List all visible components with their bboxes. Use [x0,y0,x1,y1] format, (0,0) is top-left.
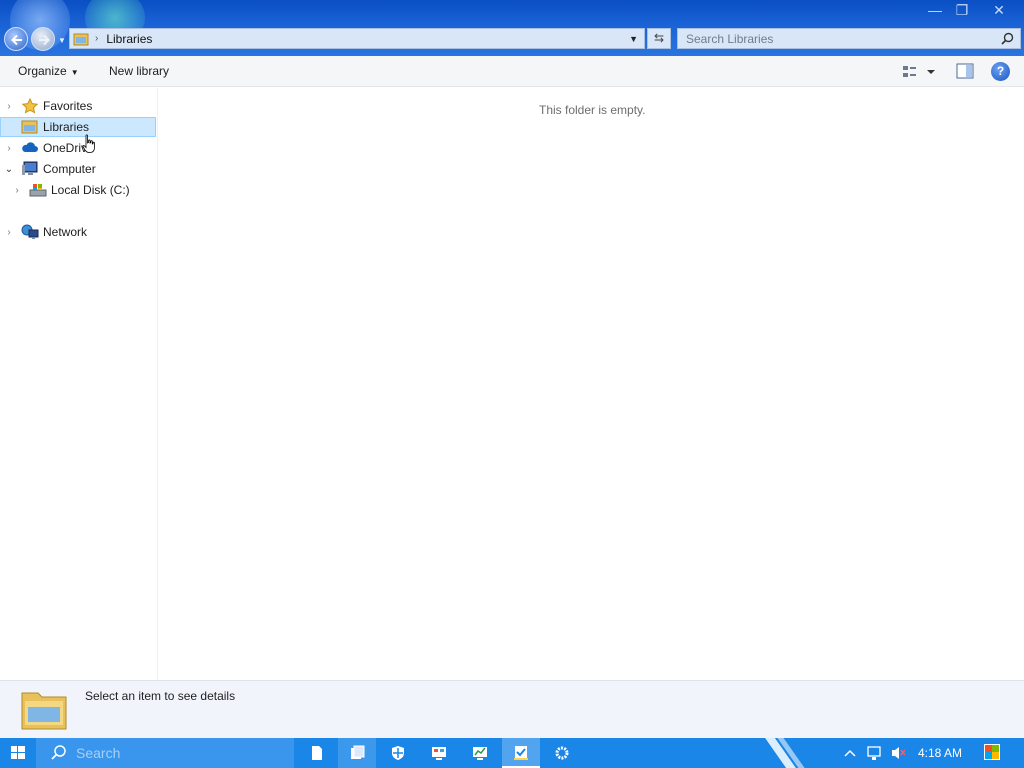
taskbar: Search 4:18 AM [0,738,1024,768]
taskbar-search-placeholder: Search [76,745,121,761]
taskbar-explorer-app[interactable] [338,738,376,768]
help-icon[interactable]: ? [991,62,1010,81]
star-icon [21,98,39,114]
empty-folder-message: This folder is empty. [539,103,646,117]
nav-item-label: Favorites [43,99,93,113]
expand-chevron-icon[interactable]: › [3,143,15,154]
breadcrumb-separator[interactable]: › [95,33,98,44]
taskbar-file-app[interactable] [298,738,336,768]
libraries-folder-icon [21,692,67,730]
back-arrow-icon [11,34,22,46]
command-bar: Organize ▼ New library ? [0,56,1024,87]
network-icon [21,224,39,239]
search-icon[interactable] [1001,32,1014,45]
close-button[interactable]: ✕ [982,0,1016,20]
organize-label: Organize [18,64,67,78]
windows-start-icon[interactable] [0,738,36,768]
title-bar: — ❐ ✕ ▼ › Libraries ▼ ⇆ [0,0,1024,56]
explorer-icon [351,745,365,759]
preview-pane-icon[interactable] [956,63,974,79]
volume-muted-icon[interactable] [890,738,906,768]
insider-build-icon[interactable] [981,738,1003,768]
forward-button[interactable] [31,27,55,51]
nav-item-favorites[interactable]: › Favorites [3,96,92,116]
nav-item-label: Libraries [43,120,90,134]
computer-icon [22,161,38,175]
nav-item-libraries[interactable]: Libraries [0,117,156,137]
nav-item-onedrive[interactable]: › OneDrive [3,138,93,158]
collapse-chevron-icon[interactable]: ⌄ [3,164,15,175]
recent-pages-dropdown[interactable]: ▼ [58,36,66,45]
taskbar-settings-app[interactable] [543,738,581,768]
monitor-icon [473,747,487,760]
restore-button[interactable]: ❐ [945,0,979,20]
expand-chevron-icon[interactable]: › [3,227,15,238]
task-icon [514,746,528,760]
back-button[interactable] [4,27,28,51]
nav-item-computer[interactable]: ⌄ Computer [3,159,96,179]
search-icon [51,745,66,760]
network-tray-icon[interactable] [866,738,882,768]
organize-button[interactable]: Organize ▼ [18,64,79,78]
new-library-button[interactable]: New library [109,64,169,78]
nav-item-label: Network [43,225,88,239]
address-bar[interactable]: › Libraries ▼ [69,28,645,49]
defender-icon [392,746,404,760]
address-dropdown-icon[interactable]: ▼ [629,34,638,44]
details-pane: Select an item to see details [0,680,1024,738]
taskbar-monitor-app[interactable] [461,738,499,768]
hand-cursor-icon [82,134,95,153]
expand-chevron-icon[interactable]: › [3,101,15,112]
navigation-pane: › Favorites Libraries › OneDrive ⌄ Compu… [0,88,158,680]
control-panel-icon [432,747,446,760]
drive-icon [29,184,47,197]
breadcrumb-libraries[interactable]: Libraries [106,32,152,46]
nav-item-label: Computer [43,162,96,176]
details-text: Select an item to see details [85,689,236,703]
settings-icon [555,746,569,760]
chevron-down-icon: ▼ [70,68,79,77]
taskbar-clock[interactable]: 4:18 AM [918,746,962,760]
expand-chevron-icon[interactable]: › [11,185,23,196]
forward-arrow-icon [39,34,50,46]
search-box[interactable] [677,28,1021,49]
taskbar-search[interactable]: Search [36,738,294,768]
libraries-icon [21,120,38,134]
refresh-button[interactable]: ⇆ [647,28,671,49]
taskbar-task-app[interactable] [502,738,540,768]
file-icon [312,746,322,760]
nav-item-local-disk[interactable]: › Local Disk (C:) [11,180,130,200]
taskbar-control-panel-app[interactable] [420,738,458,768]
nav-item-label: Local Disk (C:) [51,183,130,197]
nav-item-network[interactable]: › Network [3,222,87,242]
search-input[interactable] [678,29,978,48]
taskbar-defender-app[interactable] [379,738,417,768]
cloud-icon [22,142,38,152]
change-view-icon[interactable] [901,63,937,81]
chevron-up-icon[interactable] [842,738,858,768]
libraries-icon [73,33,89,45]
